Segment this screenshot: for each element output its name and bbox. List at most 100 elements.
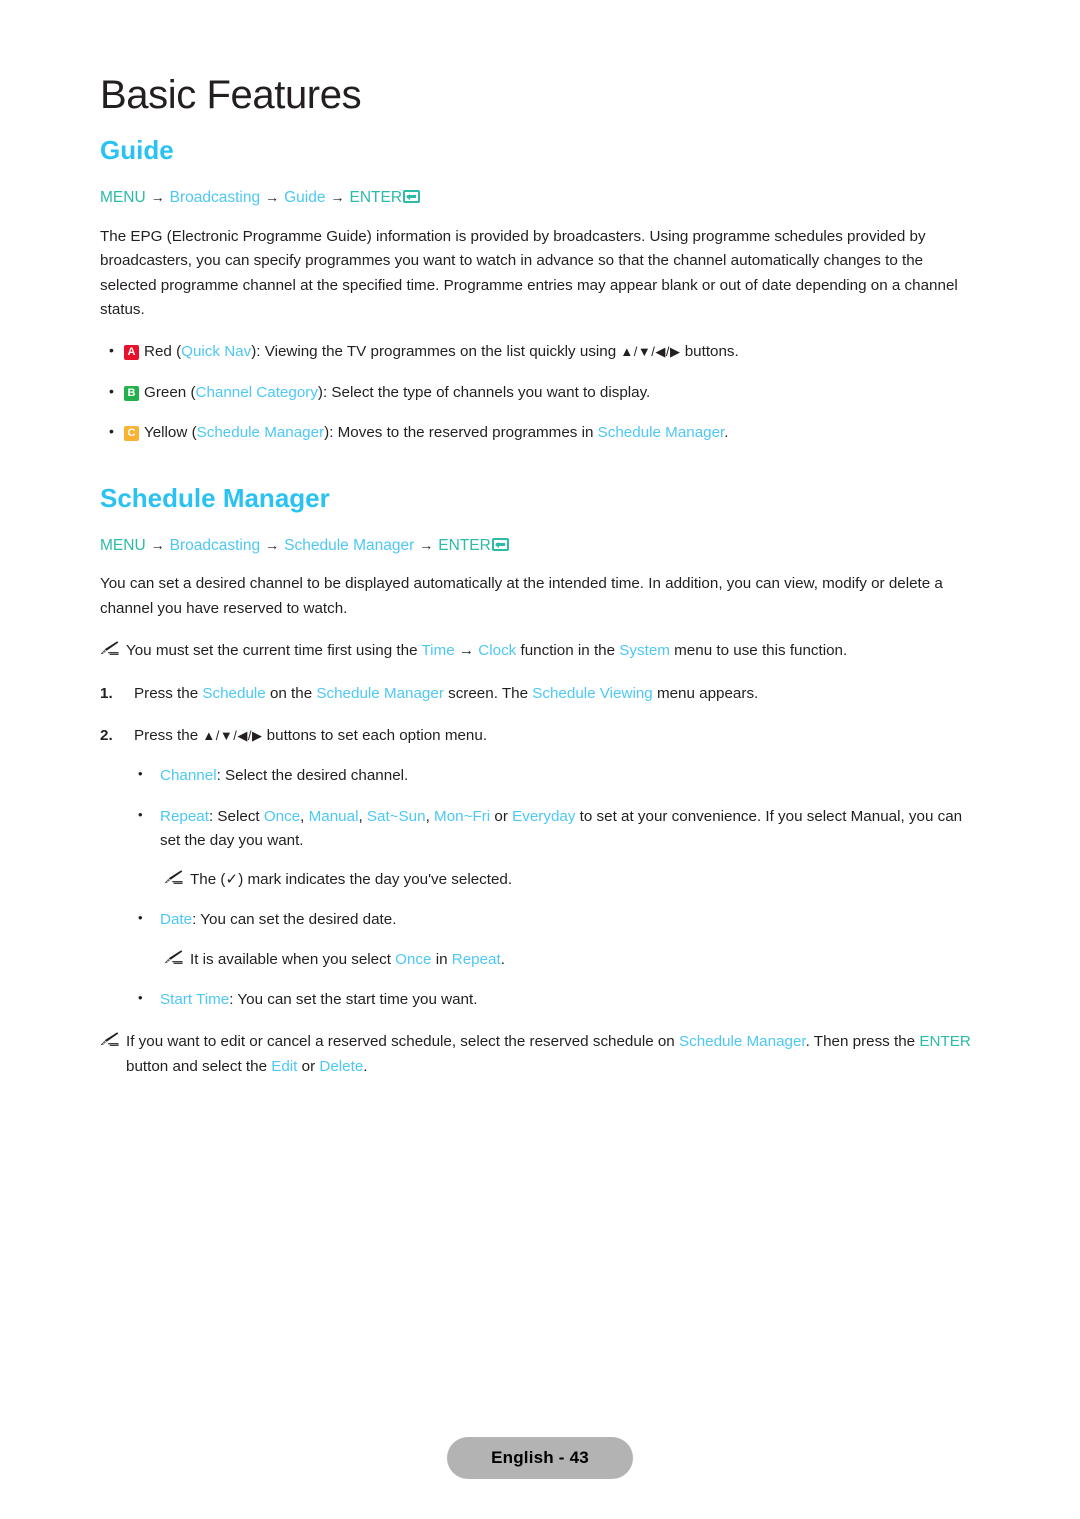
bullet-colour-name: Red	[144, 343, 172, 361]
note-checkmark: The (✓) mark indicates the day you've se…	[100, 868, 980, 892]
sub-list-item-date: • Date: You can set the desired date.	[100, 908, 980, 932]
list-item: • B Green (Channel Category): Select the …	[100, 381, 980, 405]
note-text-p1: If you want to edit or cancel a reserved…	[126, 1033, 679, 1051]
note-set-time: You must set the current time first usin…	[100, 639, 980, 663]
arrow-right-icon: →	[150, 189, 165, 206]
pencil-note-icon	[100, 1030, 126, 1047]
note-edit-cancel-schedule: If you want to edit or cancel a reserved…	[100, 1030, 980, 1079]
page-number-badge: English - 43	[447, 1437, 633, 1479]
sub-text: : You can set the start time you want.	[229, 991, 478, 1009]
note-text-p4: or	[297, 1057, 320, 1075]
section-heading-schedule-manager: Schedule Manager	[100, 482, 330, 513]
bullet-text-after: .	[724, 424, 729, 442]
close-paren: ):	[324, 424, 338, 442]
enter-return-icon	[491, 537, 509, 551]
step-text-p1: Press the	[134, 684, 203, 702]
sep: ,	[300, 807, 309, 825]
bullet-colour-name: Yellow	[144, 424, 188, 442]
key-term-date: Date	[160, 911, 193, 929]
key-term-once: Once	[395, 950, 432, 968]
key-term-system: System	[619, 642, 670, 660]
arrow-right-icon: →	[265, 536, 280, 553]
key-term-delete: Delete	[319, 1057, 364, 1075]
step-number: 1.	[100, 684, 113, 702]
option-everyday: Everyday	[512, 807, 576, 825]
guide-colour-button-list: • A Red (Quick Nav): Viewing the TV progr…	[100, 340, 980, 445]
key-term-schedule-manager-2: Schedule Manager	[597, 424, 725, 442]
option-sat-sun: Sat~Sun	[366, 807, 426, 825]
sub-list-item-repeat: • Repeat: Select Once, Manual, Sat~Sun, …	[100, 805, 980, 854]
arrow-right-icon: →	[419, 536, 434, 553]
step-text-p2: on the	[265, 684, 317, 702]
option-once: Once	[263, 807, 301, 825]
colour-badge-a: A	[124, 345, 139, 361]
key-term-enter: ENTER	[919, 1033, 971, 1051]
key-term-schedule: Schedule	[202, 684, 266, 702]
list-item: • C Yellow (Schedule Manager): Moves to t…	[100, 421, 980, 445]
bullet-dot-icon: •	[138, 990, 143, 1006]
close-paren: ):	[317, 383, 332, 401]
menu-path-item-broadcasting: Broadcasting	[169, 189, 261, 207]
key-term-repeat: Repeat	[160, 807, 209, 825]
close-paren: ):	[251, 343, 265, 361]
note-text-p3: .	[500, 950, 505, 968]
step-1: 1. Press the Schedule on the Schedule Ma…	[100, 682, 980, 706]
menu-path-item-broadcasting: Broadcasting	[169, 536, 261, 554]
open-paren: (	[171, 343, 182, 361]
arrow-right-icon: →	[265, 189, 280, 206]
arrow-right-icon: →	[150, 536, 165, 553]
bullet-colour-name: Green	[144, 383, 187, 401]
bullet-dot-icon: •	[138, 806, 143, 822]
key-term-schedule-manager: Schedule Manager	[678, 1033, 806, 1051]
note-text-p2: function in the	[516, 642, 620, 660]
bullet-dot-icon: •	[109, 382, 114, 399]
key-term-schedule-manager: Schedule Manager	[196, 424, 325, 442]
sep: ,	[425, 807, 435, 825]
key-term-repeat: Repeat	[451, 950, 501, 968]
sub-text-p1: : Select	[208, 807, 264, 825]
note-text-p2: in	[431, 950, 452, 968]
menu-path-item-guide: Guide	[284, 189, 326, 207]
sep: or	[490, 807, 513, 825]
note-text-p2: ) mark indicates the day you've selected…	[238, 871, 513, 889]
menu-path-enter-label: ENTER	[438, 536, 491, 554]
bullet-text-before: Moves to the reserved programmes in	[337, 424, 598, 442]
option-manual: Manual	[308, 807, 359, 825]
note-date-availability: It is available when you select Once in …	[100, 948, 980, 972]
step-text-p2: buttons to set each option menu.	[262, 726, 488, 744]
step-text-p1: Press the	[134, 726, 203, 744]
direction-arrows-icon: ▲/▼/◀/▶	[620, 344, 681, 360]
sub-text: : Select the desired channel.	[216, 767, 409, 785]
pencil-note-icon	[100, 639, 126, 656]
key-term-time: Time	[421, 642, 455, 660]
key-term-quick-nav: Quick Nav	[181, 343, 252, 361]
note-text-p2: . Then press the	[805, 1033, 920, 1051]
step-text-p4: menu appears.	[652, 684, 759, 702]
note-text-p3: button and select the	[126, 1057, 272, 1075]
note-text-p1: You must set the current time first usin…	[126, 642, 422, 660]
menu-path-guide: MENU → Broadcasting → Guide → ENTER	[100, 188, 980, 208]
bullet-dot-icon: •	[138, 766, 143, 782]
arrow-right-icon: →	[454, 642, 479, 660]
section-heading-guide: Guide	[100, 135, 174, 166]
page-title: Basic Features	[100, 73, 362, 117]
sub-text: : You can set the desired date.	[192, 911, 397, 929]
menu-path-item-schedule-manager: Schedule Manager	[284, 536, 415, 554]
pencil-note-icon	[164, 868, 190, 885]
page-footer: English - 43	[0, 1437, 1080, 1479]
open-paren: (	[187, 424, 197, 442]
arrow-right-icon: →	[330, 189, 345, 206]
note-text-p3: menu to use this function.	[669, 642, 848, 660]
pencil-note-icon	[164, 948, 190, 964]
sep: ,	[358, 807, 367, 825]
enter-return-icon	[403, 190, 421, 204]
key-term-edit: Edit	[271, 1057, 298, 1075]
check-mark-icon: ✓	[225, 871, 239, 889]
colour-badge-b: B	[124, 385, 139, 401]
schedule-manager-intro-paragraph: You can set a desired channel to be disp…	[100, 575, 943, 617]
key-term-start-time: Start Time	[160, 991, 230, 1009]
key-term-channel: Channel	[160, 767, 217, 785]
note-text-p5: .	[363, 1057, 368, 1075]
list-item: • A Red (Quick Nav): Viewing the TV progr…	[100, 340, 980, 364]
key-term-channel-category: Channel Category	[195, 383, 318, 401]
